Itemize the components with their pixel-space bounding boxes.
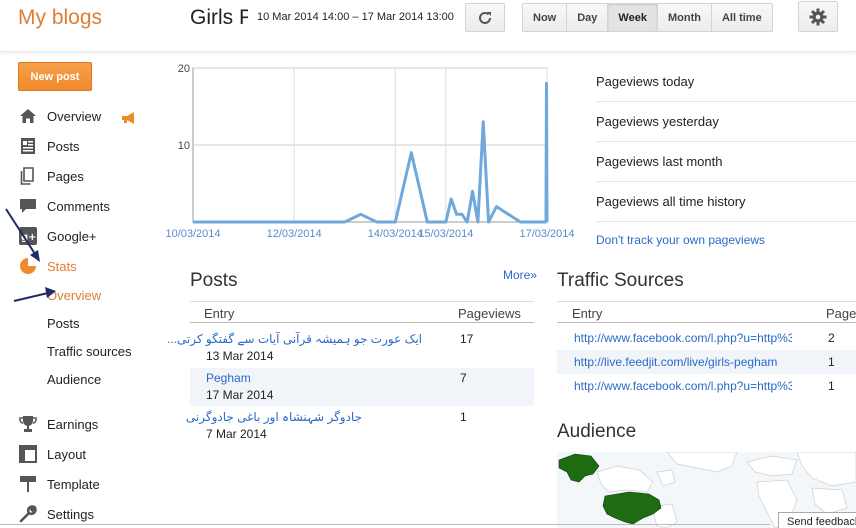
annotation-arrow-overview: [13, 287, 56, 302]
pageviews-chart-svg: 10 20 10/03/2014 12/03/2014 14/03/201415/03/…: [165, 63, 574, 240]
chart-x-tick-label: 15/03/2014: [418, 228, 473, 240]
chart-x-tick-label: 14/03/2014: [368, 228, 423, 240]
refresh-button[interactable]: [465, 3, 505, 32]
settings-button[interactable]: [798, 1, 838, 32]
sidebar-item-label: Settings: [47, 506, 94, 522]
sidebar-item-label: Layout: [47, 446, 87, 462]
sidebar-item-layout[interactable]: Layout: [18, 443, 86, 465]
range-selector: Now Day Week Month All time: [522, 3, 773, 32]
stats-sub-audience[interactable]: Audience: [47, 372, 101, 387]
range-alltime-button[interactable]: All time: [711, 4, 772, 31]
sidebar-item-label: Posts: [47, 138, 80, 154]
range-now-button[interactable]: Now: [523, 4, 568, 31]
sidebar-item-label: Template: [47, 476, 100, 492]
range-day-button[interactable]: Day: [567, 4, 609, 31]
table-row: ایک عورت جو ہمیشہ قرآنی آیات سے گفتگو کر…: [167, 329, 534, 367]
stat-pageviews-last-month: Pageviews last month: [596, 142, 856, 182]
stat-pageviews-today: Pageviews today: [596, 62, 856, 102]
table-row: Pegham 17 Mar 2014 7: [190, 368, 534, 406]
table-row: http://live.feedjit.com/live/girls-pegha…: [557, 350, 856, 374]
sidebar-item-label: Earnings: [47, 416, 99, 432]
chart-x-tick-label: 10/03/2014: [165, 228, 220, 240]
post-pageviews: 17: [460, 332, 474, 346]
sidebar-item-label: Overview: [47, 108, 102, 124]
my-blogs-link[interactable]: My blogs: [18, 6, 102, 30]
stats-sub-traffic-sources[interactable]: Traffic sources: [47, 344, 132, 359]
sidebar-item-pages[interactable]: Pages: [18, 165, 84, 187]
col-pageviews: Pageviews: [458, 306, 521, 321]
sidebar-item-settings[interactable]: Settings: [18, 503, 94, 525]
col-entry: Entry: [572, 306, 603, 321]
pages-icon: [18, 166, 38, 186]
traffic-pageviews: 1: [828, 355, 835, 369]
top-header: My blogs Girls Pegham 10 Mar 2014 14:00 …: [0, 0, 856, 52]
chart-y-tick-label: 10: [178, 140, 190, 152]
home-icon: [18, 106, 38, 126]
sidebar-item-overview[interactable]: Overview: [18, 105, 101, 127]
audience-section-title: Audience: [557, 421, 637, 442]
layout-icon: [18, 444, 38, 464]
post-title-link[interactable]: ایک عورت جو ہمیشہ قرآنی آیات سے گفتگو کر…: [167, 332, 422, 346]
page-bottom-divider: [0, 524, 770, 525]
post-title-link[interactable]: جادوگر شہنشاہ اور باغی جادوگرنی: [186, 410, 362, 424]
stats-sub-posts[interactable]: Posts: [47, 316, 80, 331]
gear-icon: [809, 8, 827, 25]
post-date: 17 Mar 2014: [206, 388, 274, 402]
post-pageviews: 1: [460, 410, 467, 424]
post-title-link[interactable]: Pegham: [206, 371, 251, 385]
dont-track-link[interactable]: Don't track your own pageviews: [596, 233, 765, 247]
new-post-button[interactable]: New post: [18, 62, 92, 91]
template-icon: [18, 474, 38, 494]
send-feedback-button[interactable]: Send feedback: [778, 512, 856, 528]
range-week-button[interactable]: Week: [608, 4, 658, 31]
pageviews-chart: 10 20 10/03/2014 12/03/2014 14/03/2014 15/03/…: [160, 60, 580, 244]
table-row: جادوگر شہنشاہ اور باغی جادوگرنی 7 Mar 20…: [186, 407, 534, 445]
refresh-icon: [479, 11, 491, 24]
date-range-label: 10 Mar 2014 14:00 – 17 Mar 2014 13:00: [257, 11, 454, 23]
traffic-pageviews: 2: [828, 331, 835, 345]
traffic-url-link[interactable]: http://www.facebook.com/l.php?u=http%3A%…: [574, 379, 792, 393]
traffic-table-header: Entry Pageviews: [557, 301, 856, 323]
table-row: http://www.facebook.com/l.php?u=http%3A%…: [557, 374, 856, 398]
post-pageviews: 7: [460, 371, 467, 385]
posts-section-title: Posts: [190, 270, 238, 291]
posts-icon: [18, 136, 38, 156]
sidebar-item-template[interactable]: Template: [18, 473, 100, 495]
post-date: 7 Mar 2014: [206, 427, 267, 441]
post-date: 13 Mar 2014: [206, 349, 274, 363]
traffic-url-link[interactable]: http://www.facebook.com/l.php?u=http%3A%…: [574, 331, 792, 345]
range-month-button[interactable]: Month: [657, 4, 712, 31]
sidebar-item-label: Pages: [47, 168, 84, 184]
stat-pageviews-all-time: Pageviews all time history: [596, 182, 856, 222]
col-entry: Entry: [204, 306, 235, 321]
table-row: http://www.facebook.com/l.php?u=http%3A%…: [557, 326, 856, 350]
traffic-pageviews: 1: [828, 379, 835, 393]
traffic-section-title: Traffic Sources: [557, 270, 684, 291]
trophy-icon: [18, 414, 38, 434]
traffic-url-link[interactable]: http://live.feedjit.com/live/girls-pegha…: [574, 355, 792, 369]
sidebar-item-posts[interactable]: Posts: [18, 135, 80, 157]
stat-pageviews-yesterday: Pageviews yesterday: [596, 102, 856, 142]
blog-title: Girls Pegham: [190, 6, 248, 29]
wrench-icon: [18, 504, 38, 524]
chart-y-tick-label: 20: [178, 63, 190, 75]
chart-x-tick-label: 12/03/2014: [267, 228, 322, 240]
sidebar-item-earnings[interactable]: Earnings: [18, 413, 98, 435]
col-pageviews: Pageviews: [826, 306, 856, 321]
posts-table-header: Entry Pageviews: [190, 301, 534, 323]
megaphone-icon: [121, 111, 137, 129]
chart-x-tick-label: 17/03/2014: [519, 228, 574, 240]
blogger-stats-page: My blogs Girls Pegham 10 Mar 2014 14:00 …: [0, 0, 856, 528]
posts-more-link[interactable]: More»: [503, 268, 537, 282]
